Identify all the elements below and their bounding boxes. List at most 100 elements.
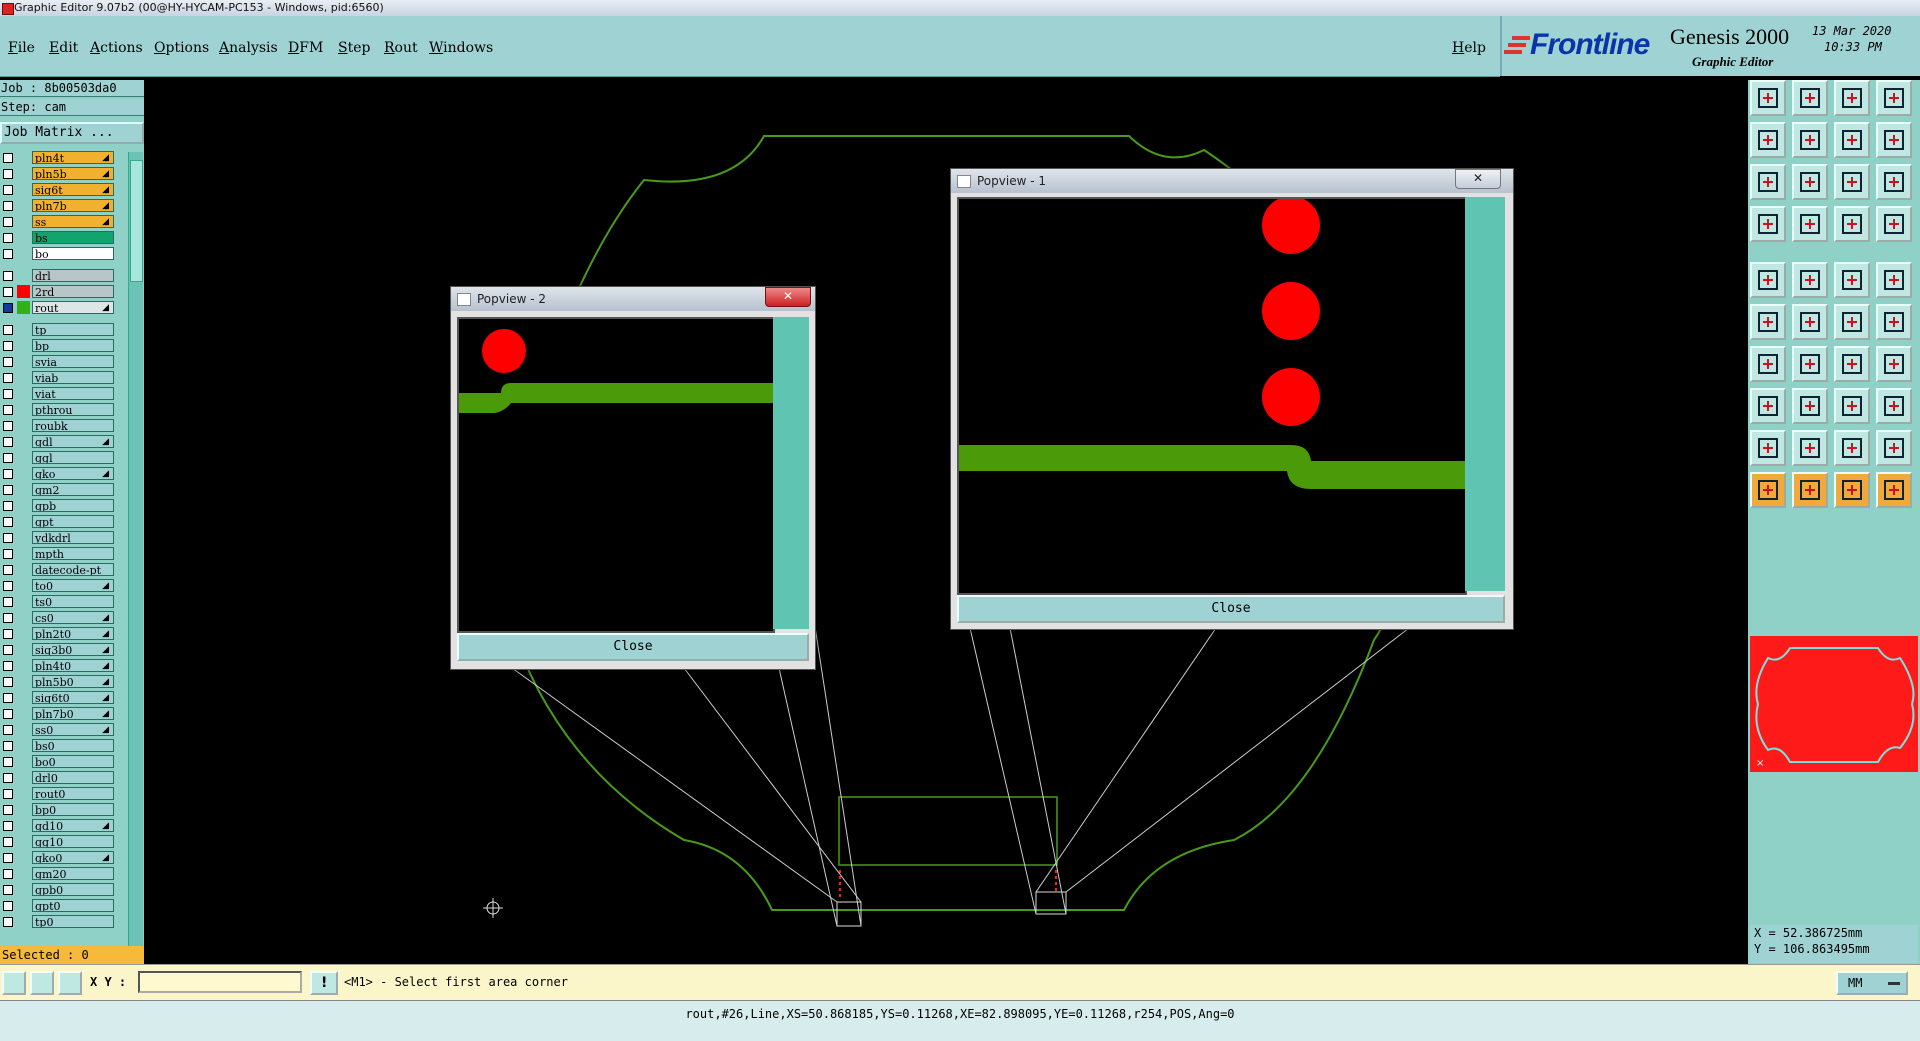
layer-row-gko0[interactable]: gko0 ◢: [0, 850, 118, 865]
layer-checkbox[interactable]: [3, 565, 13, 575]
layer-row-pthrou[interactable]: pthrou: [0, 402, 118, 417]
layer-row-gg10[interactable]: gg10: [0, 834, 118, 849]
layer-checkbox[interactable]: [3, 901, 13, 911]
transform-icon[interactable]: [1876, 388, 1912, 424]
layer-checkbox[interactable]: [3, 485, 13, 495]
select-arrow-icon[interactable]: [1750, 472, 1786, 508]
layer-checkbox[interactable]: [3, 287, 13, 297]
layer-row-rout0[interactable]: rout0: [0, 786, 118, 801]
move-icon[interactable]: [1750, 304, 1786, 340]
layer-checkbox[interactable]: [3, 325, 13, 335]
arrange-icon[interactable]: [1834, 122, 1870, 158]
layer-row-pln7b0[interactable]: pln7b0 ◢: [0, 706, 118, 721]
select-box-icon[interactable]: [1792, 472, 1828, 508]
layer-checkbox[interactable]: [3, 201, 13, 211]
job-matrix-button[interactable]: Job Matrix ...: [0, 122, 144, 144]
layer-row-to0[interactable]: to0 ◢: [0, 578, 118, 593]
help-icon[interactable]: [1876, 164, 1912, 200]
layer-row-ggl[interactable]: ggl: [0, 450, 118, 465]
layer-row-gdl[interactable]: gdl ◢: [0, 434, 118, 449]
layer-row-sig6t0[interactable]: sig6t0 ◢: [0, 690, 118, 705]
menu-actions[interactable]: Actions: [90, 40, 143, 56]
layer-row-pln5b0[interactable]: pln5b0 ◢: [0, 674, 118, 689]
layer-checkbox[interactable]: [3, 837, 13, 847]
black-pad-icon[interactable]: [1876, 262, 1912, 298]
copy-icon[interactable]: [1876, 304, 1912, 340]
graphic-canvas[interactable]: Popview - 2 ✕ Close Popview - 1 ✕ Close: [144, 80, 1748, 964]
layer-row-datecode-pt[interactable]: datecode-pt: [0, 562, 118, 577]
popview-1-view[interactable]: [957, 197, 1467, 595]
layer-checkbox[interactable]: [3, 741, 13, 751]
layer-checkbox[interactable]: [3, 629, 13, 639]
layer-row-ts0[interactable]: ts0: [0, 594, 118, 609]
overview-map[interactable]: ×: [1750, 636, 1918, 772]
layer-row-gm2[interactable]: gm2: [0, 482, 118, 497]
layer-row-drl0[interactable]: drl0: [0, 770, 118, 785]
layer-checkbox[interactable]: [3, 249, 13, 259]
layer-checkbox[interactable]: [3, 773, 13, 783]
connect-icon[interactable]: [1834, 304, 1870, 340]
layer-row-ydkdrl[interactable]: ydkdrl: [0, 530, 118, 545]
layer-checkbox[interactable]: [3, 169, 13, 179]
popview-2-view[interactable]: [457, 317, 775, 633]
layer-checkbox[interactable]: [3, 373, 13, 383]
layer-row-pln7b[interactable]: pln7b ◢: [0, 198, 118, 213]
layer-row-rout[interactable]: rout ◢: [0, 300, 118, 315]
layer-row-roubk[interactable]: roubk: [0, 418, 118, 433]
layer-row-pln2t0[interactable]: pln2t0 ◢: [0, 626, 118, 641]
menu-edit[interactable]: Edit: [49, 40, 78, 56]
layer-row-pln4t0[interactable]: pln4t0 ◢: [0, 658, 118, 673]
xy-input[interactable]: [138, 971, 302, 993]
layer-row-cs0[interactable]: cs0 ◢: [0, 610, 118, 625]
menu-windows[interactable]: Windows: [429, 40, 493, 56]
layer-row-gpt[interactable]: gpt: [0, 514, 118, 529]
layer-row-ss[interactable]: ss ◢: [0, 214, 118, 229]
popview-1-close-button[interactable]: Close: [957, 595, 1505, 623]
delete-icon[interactable]: [1792, 304, 1828, 340]
layer-checkbox[interactable]: [3, 469, 13, 479]
peak-icon[interactable]: [1792, 430, 1828, 466]
layer-checkbox[interactable]: [3, 233, 13, 243]
add-line-icon[interactable]: [1792, 262, 1828, 298]
layer-row-bs[interactable]: bs: [0, 230, 118, 245]
select-net-icon[interactable]: [1876, 472, 1912, 508]
add-pad-icon[interactable]: [1750, 262, 1786, 298]
rotate-icon[interactable]: [1834, 346, 1870, 382]
layer-checkbox[interactable]: [3, 341, 13, 351]
layer-checkbox[interactable]: [3, 853, 13, 863]
layer-checkbox[interactable]: [3, 437, 13, 447]
layer-list-scrollbar[interactable]: [128, 152, 143, 1012]
layer-checkbox[interactable]: [3, 757, 13, 767]
layer-row-gpb0[interactable]: gpb0: [0, 882, 118, 897]
layer-checkbox[interactable]: [3, 271, 13, 281]
layer-checkbox[interactable]: [3, 821, 13, 831]
net-highlight-icon[interactable]: [1876, 206, 1912, 242]
layer-checkbox[interactable]: [3, 517, 13, 527]
menu-help[interactable]: Help: [1452, 40, 1486, 56]
layer-checkbox[interactable]: [3, 869, 13, 879]
layer-row-ss0[interactable]: ss0 ◢: [0, 722, 118, 737]
menu-options[interactable]: Options: [154, 40, 209, 56]
layer-row-gd10[interactable]: gd10 ◢: [0, 818, 118, 833]
line-icon[interactable]: [1792, 388, 1828, 424]
layer-row-pln5b[interactable]: pln5b ◢: [0, 166, 118, 181]
layer-checkbox[interactable]: [3, 185, 13, 195]
layer-checkbox[interactable]: [3, 533, 13, 543]
layer-row-gm20[interactable]: gm20: [0, 866, 118, 881]
layer-checkbox[interactable]: [3, 789, 13, 799]
layer-checkbox[interactable]: [3, 389, 13, 399]
layer-row-tp0[interactable]: tp0: [0, 914, 118, 929]
slope-icon[interactable]: [1792, 346, 1828, 382]
layer-row-bs0[interactable]: bs0: [0, 738, 118, 753]
menu-dfm[interactable]: DFM: [288, 40, 323, 56]
layer-checkbox[interactable]: [3, 217, 13, 227]
layer-row-pln4t[interactable]: pln4t ◢: [0, 150, 118, 165]
resize-icon[interactable]: [1834, 388, 1870, 424]
net-icon[interactable]: [1834, 206, 1870, 242]
layer-row-sig6t[interactable]: sig6t ◢: [0, 182, 118, 197]
layer-row-gko[interactable]: gko ◢: [0, 466, 118, 481]
layer-row-sig3b0[interactable]: sig3b0 ◢: [0, 642, 118, 657]
layer-row-bp[interactable]: bp: [0, 338, 118, 353]
layer-row-viat[interactable]: viat: [0, 386, 118, 401]
break-icon[interactable]: [1750, 388, 1786, 424]
